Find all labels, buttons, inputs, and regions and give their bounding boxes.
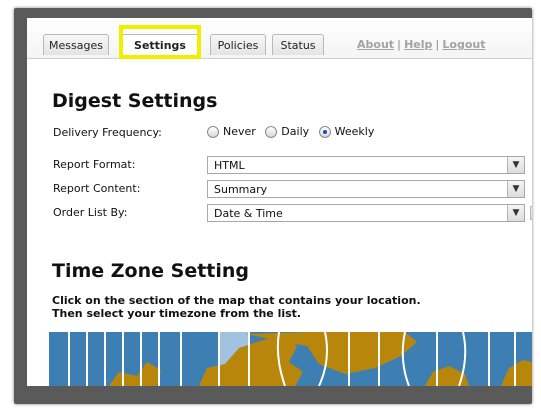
settings-page: Messages Settings Policies Status About |… (27, 18, 532, 386)
radio-never[interactable]: Never (207, 125, 256, 138)
tab-bar: Messages Settings Policies Status About |… (27, 18, 532, 59)
order-list-by-label: Order List By: (53, 206, 128, 219)
radio-weekly-label: Weekly (334, 125, 375, 138)
report-format-label: Report Format: (53, 158, 136, 171)
sort-direction-control[interactable] (530, 206, 532, 220)
tab-messages[interactable]: Messages (43, 34, 109, 55)
report-content-select[interactable]: Summary ▼ (207, 180, 525, 198)
chevron-down-icon[interactable]: ▼ (507, 181, 524, 197)
instruction-line-2: Then select your timezone from the list. (52, 307, 302, 320)
report-format-value: HTML (214, 159, 245, 172)
top-links: About | Help | Logout (357, 38, 486, 51)
link-separator: | (435, 38, 440, 51)
tab-status[interactable]: Status (272, 34, 324, 55)
delivery-frequency-radio-group: Never Daily Weekly (207, 125, 380, 141)
time-zone-instructions: Click on the section of the map that con… (52, 294, 522, 320)
digest-settings-heading: Digest Settings (52, 90, 218, 112)
radio-button[interactable] (207, 125, 219, 138)
link-separator: | (397, 38, 402, 51)
radio-button-selected[interactable] (318, 125, 331, 138)
report-format-select[interactable]: HTML ▼ (207, 156, 525, 174)
tab-settings[interactable]: Settings (119, 34, 201, 59)
time-zone-heading: Time Zone Setting (52, 260, 250, 282)
report-content-value: Summary (214, 183, 268, 196)
radio-weekly[interactable]: Weekly (318, 125, 375, 138)
tab-policies[interactable]: Policies (210, 34, 266, 55)
report-content-label: Report Content: (53, 182, 141, 195)
order-list-by-value: Date & Time (214, 207, 283, 220)
order-list-by-select[interactable]: Date & Time ▼ (207, 204, 525, 222)
radio-daily[interactable]: Daily (265, 125, 309, 138)
radio-button[interactable] (265, 125, 278, 138)
chevron-down-icon[interactable]: ▼ (507, 157, 524, 173)
timezone-map[interactable] (49, 332, 532, 386)
help-link[interactable]: Help (404, 38, 432, 51)
chevron-down-icon[interactable]: ▼ (507, 205, 524, 221)
instruction-line-1: Click on the section of the map that con… (52, 294, 421, 307)
delivery-frequency-label: Delivery Frequency: (53, 126, 162, 139)
radio-never-label: Never (223, 125, 256, 138)
logout-link[interactable]: Logout (442, 38, 485, 51)
radio-daily-label: Daily (281, 125, 310, 138)
about-link[interactable]: About (357, 38, 394, 51)
